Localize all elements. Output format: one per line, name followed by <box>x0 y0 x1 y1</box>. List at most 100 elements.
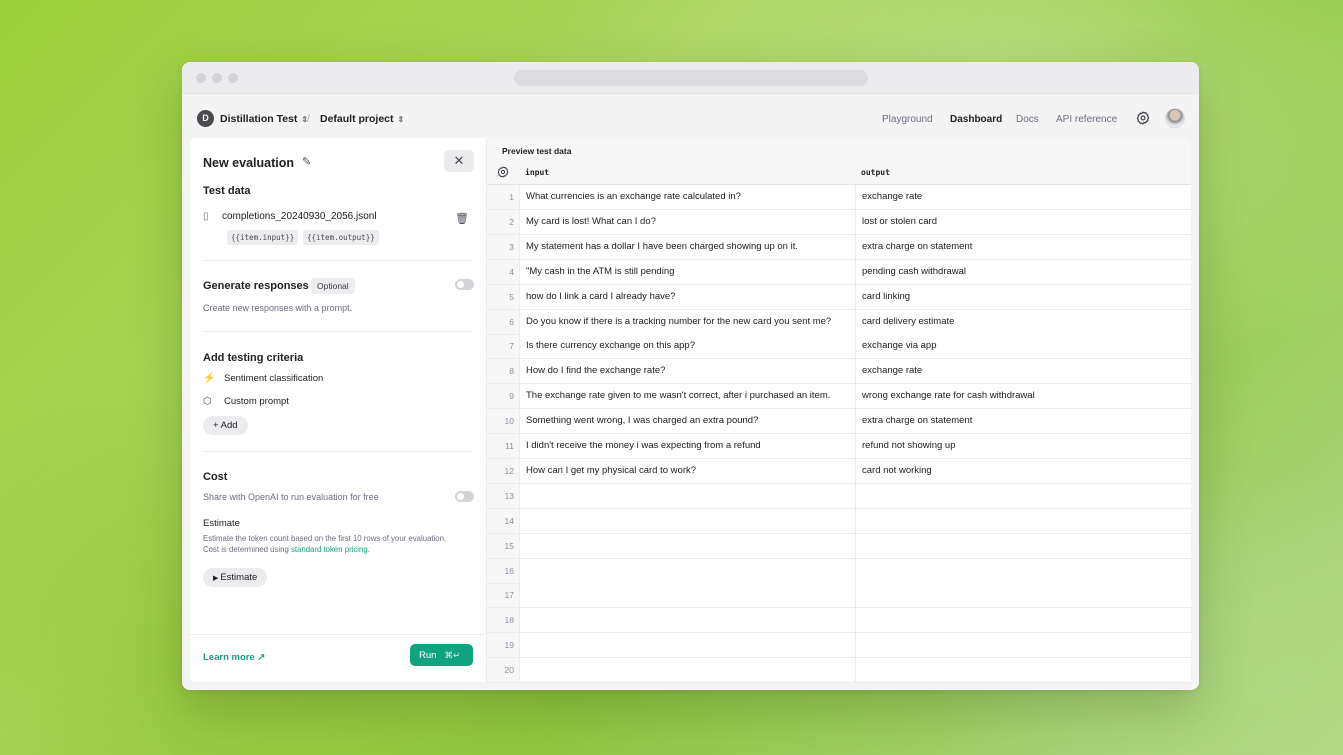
input-cell[interactable]: Is there currency exchange on this app? <box>519 334 855 359</box>
table-row[interactable]: 10 Something went wrong, I was charged an… <box>487 409 1191 435</box>
row-number: 9 <box>509 391 514 402</box>
row-number: 8 <box>509 366 514 377</box>
output-cell[interactable] <box>855 558 1191 583</box>
org-avatar[interactable]: D <box>197 110 214 127</box>
output-cell[interactable] <box>855 533 1191 558</box>
table-row[interactable]: 8 How do I find the exchange rate? exchang… <box>487 359 1191 385</box>
project-switcher[interactable]: Default project ⇕ <box>320 113 404 125</box>
input-cell[interactable] <box>519 658 855 683</box>
org-switcher[interactable]: Distillation Test ⇕ <box>220 113 308 125</box>
table-row[interactable]: 17 <box>487 583 1191 609</box>
nav-docs[interactable]: Docs <box>1016 114 1039 125</box>
input-cell[interactable]: What currencies is an exchange rate calc… <box>519 185 855 209</box>
table-row[interactable]: 3 My statement has a dollar I have been c… <box>487 234 1191 260</box>
table-row[interactable]: 2 My card is lost! What can I do? lost or … <box>487 209 1191 235</box>
output-cell[interactable]: card linking <box>855 284 1191 309</box>
output-cell[interactable]: extra charge on statement <box>855 234 1191 259</box>
input-cell[interactable] <box>519 633 855 658</box>
address-bar[interactable] <box>514 70 868 86</box>
input-cell[interactable] <box>519 608 855 633</box>
output-cell[interactable]: refund not showing up <box>855 434 1191 458</box>
column-header-input[interactable]: input <box>519 160 549 185</box>
output-cell[interactable] <box>855 508 1191 533</box>
output-cell[interactable] <box>855 608 1191 633</box>
input-cell[interactable]: "My cash in the ATM is still pending <box>519 259 855 284</box>
input-cell[interactable]: The exchange rate given to me wasn't cor… <box>519 384 855 409</box>
table-row[interactable]: 20 <box>487 658 1191 684</box>
input-cell[interactable] <box>519 483 855 508</box>
table-row[interactable]: 18 <box>487 608 1191 634</box>
table-row[interactable]: 19 <box>487 633 1191 659</box>
table-row[interactable]: 4 "My cash in the ATM is still pending pen… <box>487 259 1191 285</box>
output-cell[interactable]: exchange rate <box>855 185 1191 209</box>
nav-api-reference[interactable]: API reference <box>1056 114 1117 125</box>
close-button[interactable]: ✕ <box>444 150 474 172</box>
output-cell[interactable]: exchange rate <box>855 359 1191 384</box>
column-header-output[interactable]: output <box>855 160 890 185</box>
estimate-button[interactable]: ▶ Estimate <box>203 568 268 587</box>
nav-dashboard[interactable]: Dashboard <box>950 114 1002 125</box>
output-cell[interactable]: exchange via app <box>855 334 1191 359</box>
output-cell[interactable]: pending cash withdrawal <box>855 259 1191 284</box>
input-cell[interactable]: My statement has a dollar I have been ch… <box>519 234 855 259</box>
column-settings-gear-icon[interactable] <box>497 166 509 178</box>
estimate-button-label: Estimate <box>220 572 258 583</box>
input-cell[interactable] <box>519 508 855 533</box>
learn-more-link[interactable]: Learn more ↗ <box>203 652 265 663</box>
test-data-file[interactable]: ▯ completions_20240930_2056.jsonl <box>203 211 377 222</box>
add-criteria-button[interactable]: + Add <box>203 416 248 435</box>
run-label: Run <box>419 650 437 661</box>
window-minimize-dot[interactable] <box>212 73 222 83</box>
add-label: Add <box>220 420 238 431</box>
window-close-dot[interactable] <box>196 73 206 83</box>
input-cell[interactable]: How can I get my physical card to work? <box>519 458 855 483</box>
criteria-label: Sentiment classification <box>224 373 324 384</box>
breadcrumb-separator: / <box>307 113 311 125</box>
run-shortcut: ⌘↵ <box>444 650 461 660</box>
input-cell[interactable]: how do I link a card I already have? <box>519 284 855 309</box>
edit-pencil-icon[interactable]: ✎ <box>302 155 311 168</box>
output-cell[interactable]: card not working <box>855 458 1191 483</box>
input-cell[interactable]: How do I find the exchange rate? <box>519 359 855 384</box>
output-cell[interactable]: lost or stolen card <box>855 209 1191 234</box>
output-cell[interactable] <box>855 583 1191 608</box>
run-button[interactable]: Run ⌘↵ <box>410 644 473 666</box>
output-cell[interactable] <box>855 658 1191 683</box>
criteria-item-sentiment[interactable]: ⚡ Sentiment classification <box>203 373 323 384</box>
output-cell[interactable] <box>855 483 1191 508</box>
window-maximize-dot[interactable] <box>228 73 238 83</box>
user-avatar[interactable] <box>1165 108 1185 128</box>
table-row[interactable]: 7 Is there currency exchange on this app?… <box>487 334 1191 360</box>
settings-gear-icon[interactable] <box>1136 111 1150 125</box>
generate-responses-toggle[interactable] <box>455 279 474 290</box>
table-row[interactable]: 9 The exchange rate given to me wasn't co… <box>487 384 1191 410</box>
input-cell[interactable] <box>519 558 855 583</box>
output-variable-chip: {{item.output}} <box>303 230 379 245</box>
table-row[interactable]: 12 How can I get my physical card to work… <box>487 458 1191 484</box>
input-cell[interactable]: Do you know if there is a tracking numbe… <box>519 309 855 334</box>
share-with-openai-toggle[interactable] <box>455 491 474 502</box>
input-cell[interactable]: I didn't receive the money i was expecti… <box>519 434 855 458</box>
input-cell[interactable]: My card is lost! What can I do? <box>519 209 855 234</box>
table-row[interactable]: 5 how do I link a card I already have? car… <box>487 284 1191 310</box>
output-cell[interactable]: wrong exchange rate for cash withdrawal <box>855 384 1191 409</box>
output-cell[interactable]: card delivery estimate <box>855 309 1191 334</box>
nav-playground[interactable]: Playground <box>882 114 933 125</box>
table-row[interactable]: 1 What currencies is an exchange rate cal… <box>487 185 1191 210</box>
browser-titlebar <box>182 62 1199 94</box>
table-row[interactable]: 16 <box>487 558 1191 584</box>
input-cell[interactable]: Something went wrong, I was charged an e… <box>519 409 855 434</box>
input-cell[interactable] <box>519 583 855 608</box>
output-cell[interactable]: extra charge on statement <box>855 409 1191 434</box>
output-cell[interactable] <box>855 633 1191 658</box>
table-row[interactable]: 13 <box>487 483 1191 509</box>
criteria-item-custom-prompt[interactable]: ⬡ Custom prompt <box>203 396 289 407</box>
table-row[interactable]: 15 <box>487 533 1191 559</box>
table-row[interactable]: 6 Do you know if there is a tracking numb… <box>487 309 1191 335</box>
table-row[interactable]: 14 <box>487 508 1191 534</box>
estimate-description: Estimate the token count based on the fi… <box>203 533 473 555</box>
input-cell[interactable] <box>519 533 855 558</box>
table-row[interactable]: 11 I didn't receive the money i was expec… <box>487 434 1191 459</box>
token-pricing-link[interactable]: standard token pricing <box>291 545 368 554</box>
trash-icon[interactable]: 🗑 <box>455 212 469 225</box>
